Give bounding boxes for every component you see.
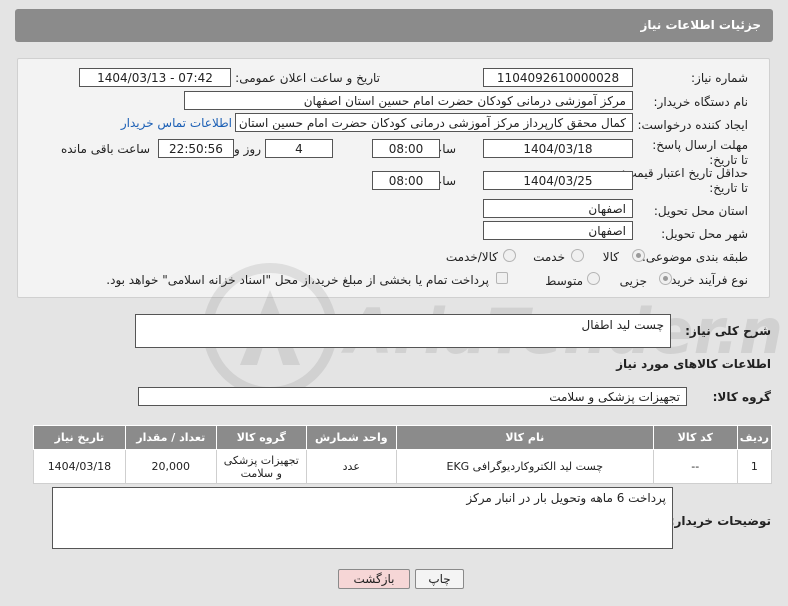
process-label: نوع فرآیند خرید : [663,273,748,287]
goods-group-label: گروه کالا: [712,390,771,404]
days-label: روز و [234,142,261,156]
city-label: شهر محل تحویل: [661,227,748,241]
process-radio-minor[interactable] [659,272,672,285]
description-label: شرح کلی نیاز: [685,324,771,338]
validity-date-field: 1404/03/25 [483,171,633,190]
print-button[interactable]: چاپ [415,569,464,589]
validity-label-text: حداقل تاریخ اعتبار قیمت: تا تاریخ: [621,166,748,195]
category-radio-service[interactable] [571,249,584,262]
contact-buyer-link[interactable]: اطلاعات تماس خریدار [121,116,232,130]
category-option-service: خدمت [533,250,565,264]
panel-header: جزئیات اطلاعات نیاز [15,9,773,42]
city-field: اصفهان [483,221,633,240]
validity-label: حداقل تاریخ اعتبار قیمت: تا تاریخ: [618,166,748,196]
col-header-group: گروه کالا [215,425,307,450]
category-radio-goods[interactable] [632,249,645,262]
goods-group-field: تجهیزات پزشکی و سلامت [138,387,687,406]
buyer-org-field: مرکز آموزشی درمانی کودکان حضرت امام حسین… [184,91,633,110]
description-textarea[interactable]: چست لید اطفال [135,314,671,348]
cell-code: -- [652,449,738,484]
days-remaining-field: 4 [265,139,333,158]
col-header-code: کد کالا [652,425,738,450]
col-header-quantity: تعداد / مقدار [124,425,217,450]
deadline-time-field: 08:00 [372,139,440,158]
table-header-row: ردیف کد کالا نام کالا واحد شمارش گروه کا… [33,425,773,450]
goods-section-title: اطلاعات کالاهای مورد نیاز [616,357,771,371]
category-option-goods: کالا [602,250,619,264]
deadline-label-text: مهلت ارسال پاسخ: تا تاریخ: [652,138,748,167]
process-radio-medium[interactable] [587,272,600,285]
need-number-label: شماره نیاز: [691,71,748,85]
col-header-name: نام کالا [395,425,654,450]
col-header-need-date: تاریخ نیاز [33,425,126,450]
need-number-field: 1104092610000028 [483,68,633,87]
deadline-date-field: 1404/03/18 [483,139,633,158]
buyer-notes-textarea[interactable]: پرداخت 6 ماهه وتحویل بار در انبار مرکز [52,487,673,549]
cell-row-no: 1 [736,449,773,484]
requester-field: کمال محقق کارپرداز مرکز آموزشی درمانی کو… [235,113,633,132]
buyer-notes-label: توضیحات خریدار: [669,514,771,528]
page-title: جزئیات اطلاعات نیاز [640,18,761,32]
remaining-time-label: ساعت باقی مانده [60,142,150,156]
province-label: استان محل تحویل: [653,204,748,218]
col-header-row-no: ردیف [736,425,773,450]
announce-field: 1404/03/13 - 07:42 [79,68,231,87]
category-option-goods-service: کالا/خدمت [445,250,498,264]
process-option-minor: جزیی [619,274,647,288]
buyer-org-label: نام دستگاه خریدار: [653,95,749,109]
deadline-label: مهلت ارسال پاسخ: تا تاریخ: [648,138,748,168]
validity-time-field: 08:00 [372,171,440,190]
payment-note: پرداخت تمام یا بخشی از مبلغ خرید،از محل … [106,273,489,287]
remaining-time-field: 22:50:56 [158,139,234,158]
cell-unit: عدد [305,449,397,484]
col-header-unit: واحد شمارش [305,425,397,450]
process-option-medium: متوسط [545,274,583,288]
category-radio-goods-service[interactable] [503,249,516,262]
requester-label: ایجاد کننده درخواست: [637,118,748,132]
announce-label: تاریخ و ساعت اعلان عمومی: [235,71,380,85]
cell-quantity: 20,000 [124,449,217,484]
cell-group: تجهیزات پزشکی و سلامت [215,449,307,484]
cell-name: چست لید الکتروکاردیوگرافی EKG [395,449,654,484]
items-table: ردیف کد کالا نام کالا واحد شمارش گروه کا… [33,425,773,484]
category-label: طبقه بندی موضوعی: [641,250,748,264]
payment-checkbox[interactable] [496,272,508,284]
province-field: اصفهان [483,199,633,218]
cell-need-date: 1404/03/18 [33,449,126,484]
table-row: 1 -- چست لید الکتروکاردیوگرافی EKG عدد ت… [33,449,773,484]
back-button[interactable]: بازگشت [338,569,410,589]
